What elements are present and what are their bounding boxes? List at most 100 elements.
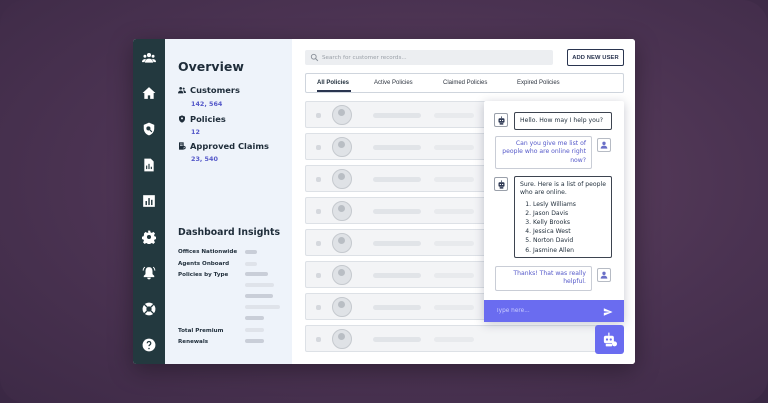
send-icon bbox=[603, 308, 613, 316]
insight-bar bbox=[245, 294, 273, 298]
stat-value-customers: 142, 564 bbox=[191, 100, 223, 108]
list-item: Jason Davis bbox=[533, 209, 606, 218]
stat-customers: Customers bbox=[178, 85, 240, 95]
table-row[interactable] bbox=[305, 325, 624, 352]
avatar bbox=[332, 137, 352, 157]
table-row[interactable] bbox=[305, 197, 487, 224]
send-button[interactable] bbox=[602, 305, 614, 317]
tab-expired-policies[interactable]: Expired Policies bbox=[517, 80, 560, 86]
active-tab-indicator bbox=[317, 90, 351, 92]
user-message-thanks: Thanks! That was really helpful. bbox=[495, 266, 592, 291]
row-checkbox[interactable] bbox=[316, 177, 321, 182]
bot-answer-intro: Sure. Here is a list of people who are o… bbox=[520, 181, 606, 197]
online-people-list: Lesly Williams Jason Davis Kelly Brooks … bbox=[520, 200, 606, 255]
placeholder-line bbox=[434, 113, 474, 118]
placeholder-line bbox=[373, 305, 421, 310]
bot-avatar bbox=[494, 177, 508, 191]
insight-bar bbox=[245, 250, 257, 254]
chat-input[interactable] bbox=[496, 300, 601, 322]
row-checkbox[interactable] bbox=[316, 273, 321, 278]
placeholder-line bbox=[373, 241, 421, 246]
list-item: Lesly Williams bbox=[533, 200, 606, 209]
add-new-user-button[interactable]: ADD NEW USER bbox=[567, 49, 624, 66]
insight-label-renewals: Renewals bbox=[178, 339, 209, 345]
search-box[interactable] bbox=[305, 50, 553, 65]
table-row[interactable] bbox=[305, 261, 487, 288]
list-item: Kelly Brooks bbox=[533, 218, 606, 227]
tab-claimed-policies[interactable]: Claimed Policies bbox=[443, 80, 487, 86]
placeholder-line bbox=[434, 209, 474, 214]
insight-bar bbox=[245, 328, 264, 332]
help-icon[interactable] bbox=[142, 338, 156, 352]
insight-label-agents: Agents Onboard bbox=[178, 261, 230, 267]
bot-message-list: Sure. Here is a list of people who are o… bbox=[514, 176, 612, 258]
placeholder-line bbox=[434, 305, 474, 310]
tab-active-policies[interactable]: Active Policies bbox=[374, 80, 413, 86]
stat-value-approved-claims: 23, 540 bbox=[191, 155, 218, 163]
table-row[interactable] bbox=[305, 229, 487, 256]
placeholder-line bbox=[434, 177, 474, 182]
placeholder-line bbox=[373, 145, 421, 150]
customers-icon bbox=[178, 87, 186, 94]
row-checkbox[interactable] bbox=[316, 145, 321, 150]
placeholder-line bbox=[373, 113, 421, 118]
placeholder-line bbox=[373, 209, 421, 214]
robot-icon bbox=[498, 115, 504, 125]
chatbot-toggle-button[interactable] bbox=[595, 325, 624, 354]
list-item: Jasmine Allen bbox=[533, 246, 606, 255]
list-item: Norton David bbox=[533, 236, 606, 245]
insight-bar bbox=[245, 305, 280, 309]
report-icon[interactable] bbox=[142, 158, 156, 172]
policy-shield-icon bbox=[179, 115, 185, 123]
policy-tabs: All Policies Active Policies Claimed Pol… bbox=[305, 73, 624, 93]
avatar bbox=[332, 105, 352, 125]
bar-chart-icon[interactable] bbox=[142, 194, 156, 208]
stat-label: Approved Claims bbox=[190, 141, 269, 151]
placeholder-line bbox=[434, 241, 474, 246]
icon-rail bbox=[133, 39, 165, 364]
avatar bbox=[332, 201, 352, 221]
insight-bar bbox=[245, 283, 274, 287]
insight-bar bbox=[245, 316, 264, 320]
row-checkbox[interactable] bbox=[316, 241, 321, 246]
placeholder-line bbox=[373, 337, 421, 342]
placeholder-line bbox=[373, 273, 421, 278]
insight-label-offices: Offices Nationwide bbox=[178, 249, 238, 255]
user-avatar bbox=[597, 138, 611, 152]
gear-icon[interactable] bbox=[142, 230, 156, 244]
chat-input-bar bbox=[484, 300, 624, 322]
insight-bar bbox=[245, 339, 264, 343]
stat-label: Customers bbox=[190, 85, 240, 95]
shield-search-icon[interactable] bbox=[142, 122, 156, 136]
tab-all-policies[interactable]: All Policies bbox=[317, 80, 349, 86]
avatar bbox=[332, 233, 352, 253]
insight-bar bbox=[245, 262, 257, 266]
search-icon bbox=[310, 53, 319, 62]
avatar bbox=[332, 297, 352, 317]
insights-title: Dashboard Insights bbox=[178, 227, 280, 238]
table-row[interactable] bbox=[305, 133, 487, 160]
users-icon[interactable] bbox=[142, 51, 156, 65]
row-checkbox[interactable] bbox=[316, 305, 321, 310]
table-row[interactable] bbox=[305, 293, 487, 320]
placeholder-line bbox=[434, 145, 474, 150]
robot-icon bbox=[498, 179, 504, 189]
table-row[interactable] bbox=[305, 165, 487, 192]
insight-label-total-premium: Total Premium bbox=[178, 328, 224, 334]
bell-icon[interactable] bbox=[142, 266, 156, 280]
insight-label-policies-type: Policies by Type bbox=[178, 272, 229, 278]
table-row[interactable] bbox=[305, 101, 487, 128]
bot-avatar bbox=[494, 113, 508, 127]
row-checkbox[interactable] bbox=[316, 209, 321, 214]
avatar bbox=[332, 169, 352, 189]
app-window: Overview Customers 142, 564 Policies 12 … bbox=[133, 39, 635, 364]
chat-panel: Hello. How may I help you? Can you give … bbox=[484, 101, 624, 322]
search-input[interactable] bbox=[322, 50, 550, 65]
support-icon[interactable] bbox=[142, 302, 156, 316]
row-checkbox[interactable] bbox=[316, 337, 321, 342]
user-avatar bbox=[597, 268, 611, 282]
home-icon[interactable] bbox=[142, 86, 156, 100]
row-checkbox[interactable] bbox=[316, 113, 321, 118]
overview-panel: Overview Customers 142, 564 Policies 12 … bbox=[165, 39, 292, 364]
bot-message-greeting: Hello. How may I help you? bbox=[514, 112, 612, 131]
